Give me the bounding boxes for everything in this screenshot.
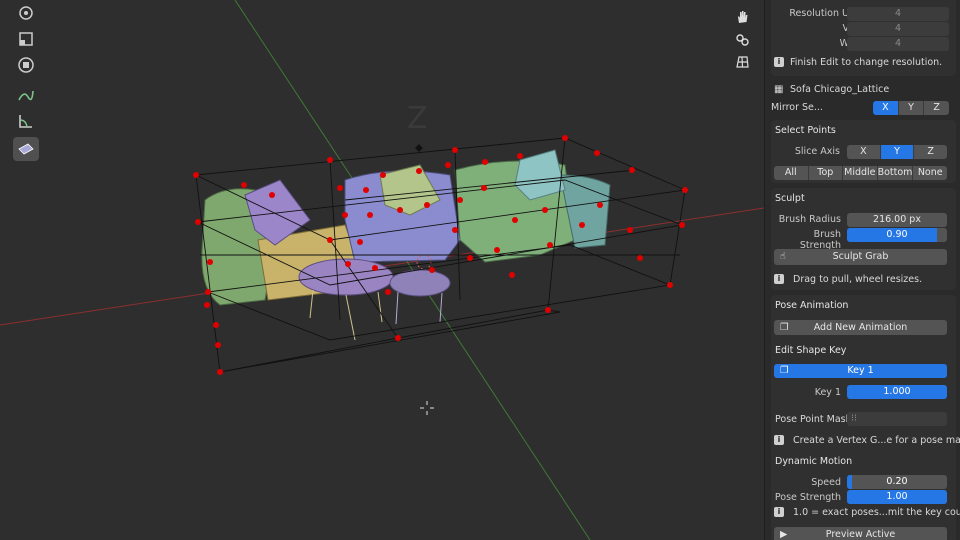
properties-panel: Resolution U 4 V 4 W 4 i Finish Edit to … bbox=[764, 0, 960, 540]
dynamic-motion-header: Dynamic Motion bbox=[775, 456, 853, 467]
info-icon: i bbox=[774, 507, 784, 517]
brush-strength-label: Brush Strength bbox=[799, 229, 841, 251]
pose-strength-label: Pose Strength bbox=[774, 492, 841, 503]
info-icon: i bbox=[774, 274, 784, 284]
hand-icon: ☝ bbox=[780, 251, 786, 262]
speed-slider[interactable]: 0.20 bbox=[847, 475, 947, 489]
pose-animation-header: Pose Animation bbox=[775, 300, 849, 311]
resolution-w-label: W bbox=[839, 38, 849, 49]
key1-label: Key 1 bbox=[814, 387, 841, 398]
sculpt-grab-button[interactable]: ☝ Sculpt Grab bbox=[774, 249, 947, 265]
add-new-animation-label: Add New Animation bbox=[813, 322, 908, 333]
key1-value-slider[interactable]: 1.000 bbox=[847, 385, 947, 399]
select-bottom-button[interactable]: Bottom bbox=[877, 166, 914, 180]
speed-label: Speed bbox=[811, 477, 841, 488]
speed-value: 0.20 bbox=[886, 476, 908, 487]
vertex-group-note: Create a Vertex G...e for a pose mask. bbox=[793, 435, 960, 446]
lattice-object-name: Sofa Chicago_Lattice bbox=[790, 84, 890, 95]
scene-canvas[interactable]: Z bbox=[0, 0, 764, 540]
slice-axis-toggle[interactable]: X Y Z bbox=[847, 145, 947, 159]
add-new-animation-button[interactable]: ❐ Add New Animation bbox=[774, 320, 947, 335]
select-points-buttons[interactable]: All Top Middle Bottom None bbox=[774, 166, 947, 180]
select-top-button[interactable]: Top bbox=[808, 166, 844, 180]
transform-tool-icon[interactable] bbox=[13, 53, 39, 77]
play-icon: ▶ bbox=[780, 529, 788, 540]
sculpt-grab-label: Sculpt Grab bbox=[832, 251, 889, 262]
mirror-x-button[interactable]: X bbox=[873, 101, 899, 115]
exact-poses-note: 1.0 = exact poses...mit the key count. bbox=[793, 507, 960, 518]
duplicate-icon: ❐ bbox=[780, 322, 789, 333]
sculpt-header: Sculpt bbox=[775, 193, 805, 204]
resolution-u-field[interactable]: 4 bbox=[847, 7, 949, 21]
brush-strength-slider[interactable]: 0.90 bbox=[847, 228, 947, 242]
vertex-group-icon: ⁝⁝ bbox=[851, 413, 858, 424]
shape-key-icon: ❐ bbox=[780, 365, 789, 376]
annotate-tool-icon[interactable] bbox=[13, 83, 39, 107]
select-none-button[interactable]: None bbox=[913, 166, 947, 180]
resolution-v-field[interactable]: 4 bbox=[847, 22, 949, 36]
resolution-u-label: Resolution U bbox=[789, 8, 849, 19]
z-axis-label: Z bbox=[407, 101, 428, 136]
brush-radius-label: Brush Radius bbox=[778, 214, 841, 225]
scale-tool-icon[interactable] bbox=[13, 27, 39, 51]
lattice-origin-marker bbox=[415, 144, 423, 152]
measure-tool-icon[interactable] bbox=[13, 109, 39, 133]
mirror-label: Mirror Se... bbox=[771, 102, 823, 113]
pan-hand-icon[interactable] bbox=[731, 7, 753, 27]
mirror-axis-toggle[interactable]: X Y Z bbox=[873, 101, 949, 115]
sculpt-hint: Drag to pull, wheel resizes. bbox=[793, 274, 923, 285]
rotate-tool-icon[interactable] bbox=[13, 1, 39, 25]
select-all-button[interactable]: All bbox=[774, 166, 809, 180]
preview-active-label: Preview Active bbox=[825, 529, 896, 540]
pose-strength-slider[interactable]: 1.00 bbox=[847, 490, 947, 504]
shape-key-selector[interactable]: ❐ Key 1 bbox=[774, 364, 947, 378]
pose-point-mask-field[interactable]: ⁝⁝ bbox=[847, 412, 947, 426]
resolution-v-label: V bbox=[842, 23, 850, 34]
pose-strength-value: 1.00 bbox=[886, 491, 908, 502]
mirror-y-button[interactable]: Y bbox=[898, 101, 925, 115]
finish-edit-note: Finish Edit to change resolution. bbox=[790, 57, 943, 68]
shape-key-name: Key 1 bbox=[847, 365, 874, 376]
brush-radius-field[interactable]: 216.00 px bbox=[847, 213, 947, 227]
preview-active-button[interactable]: ▶ Preview Active bbox=[774, 527, 947, 540]
mirror-z-button[interactable]: Z bbox=[924, 101, 949, 115]
brush-strength-value: 0.90 bbox=[886, 229, 908, 240]
resolution-w-field[interactable]: 4 bbox=[847, 37, 949, 51]
slice-axis-label: Slice Axis bbox=[794, 146, 840, 157]
info-icon: i bbox=[774, 435, 784, 445]
select-points-header: Select Points bbox=[775, 125, 836, 136]
camera-view-icon[interactable] bbox=[731, 30, 753, 50]
slice-y-button[interactable]: Y bbox=[880, 145, 915, 159]
grid-view-icon[interactable] bbox=[731, 52, 753, 72]
pose-point-mask-label: Pose Point Mask bbox=[775, 414, 852, 425]
lattice-icon: ▦ bbox=[774, 84, 784, 95]
info-icon: i bbox=[774, 57, 784, 67]
edit-shape-key-header: Edit Shape Key bbox=[775, 345, 847, 356]
add-cube-tool-icon[interactable] bbox=[13, 137, 39, 161]
slice-z-button[interactable]: Z bbox=[914, 145, 947, 159]
cursor-crosshair-icon bbox=[420, 401, 434, 415]
3d-viewport[interactable]: Z bbox=[0, 0, 764, 540]
slice-x-button[interactable]: X bbox=[847, 145, 881, 159]
select-middle-button[interactable]: Middle bbox=[843, 166, 878, 180]
